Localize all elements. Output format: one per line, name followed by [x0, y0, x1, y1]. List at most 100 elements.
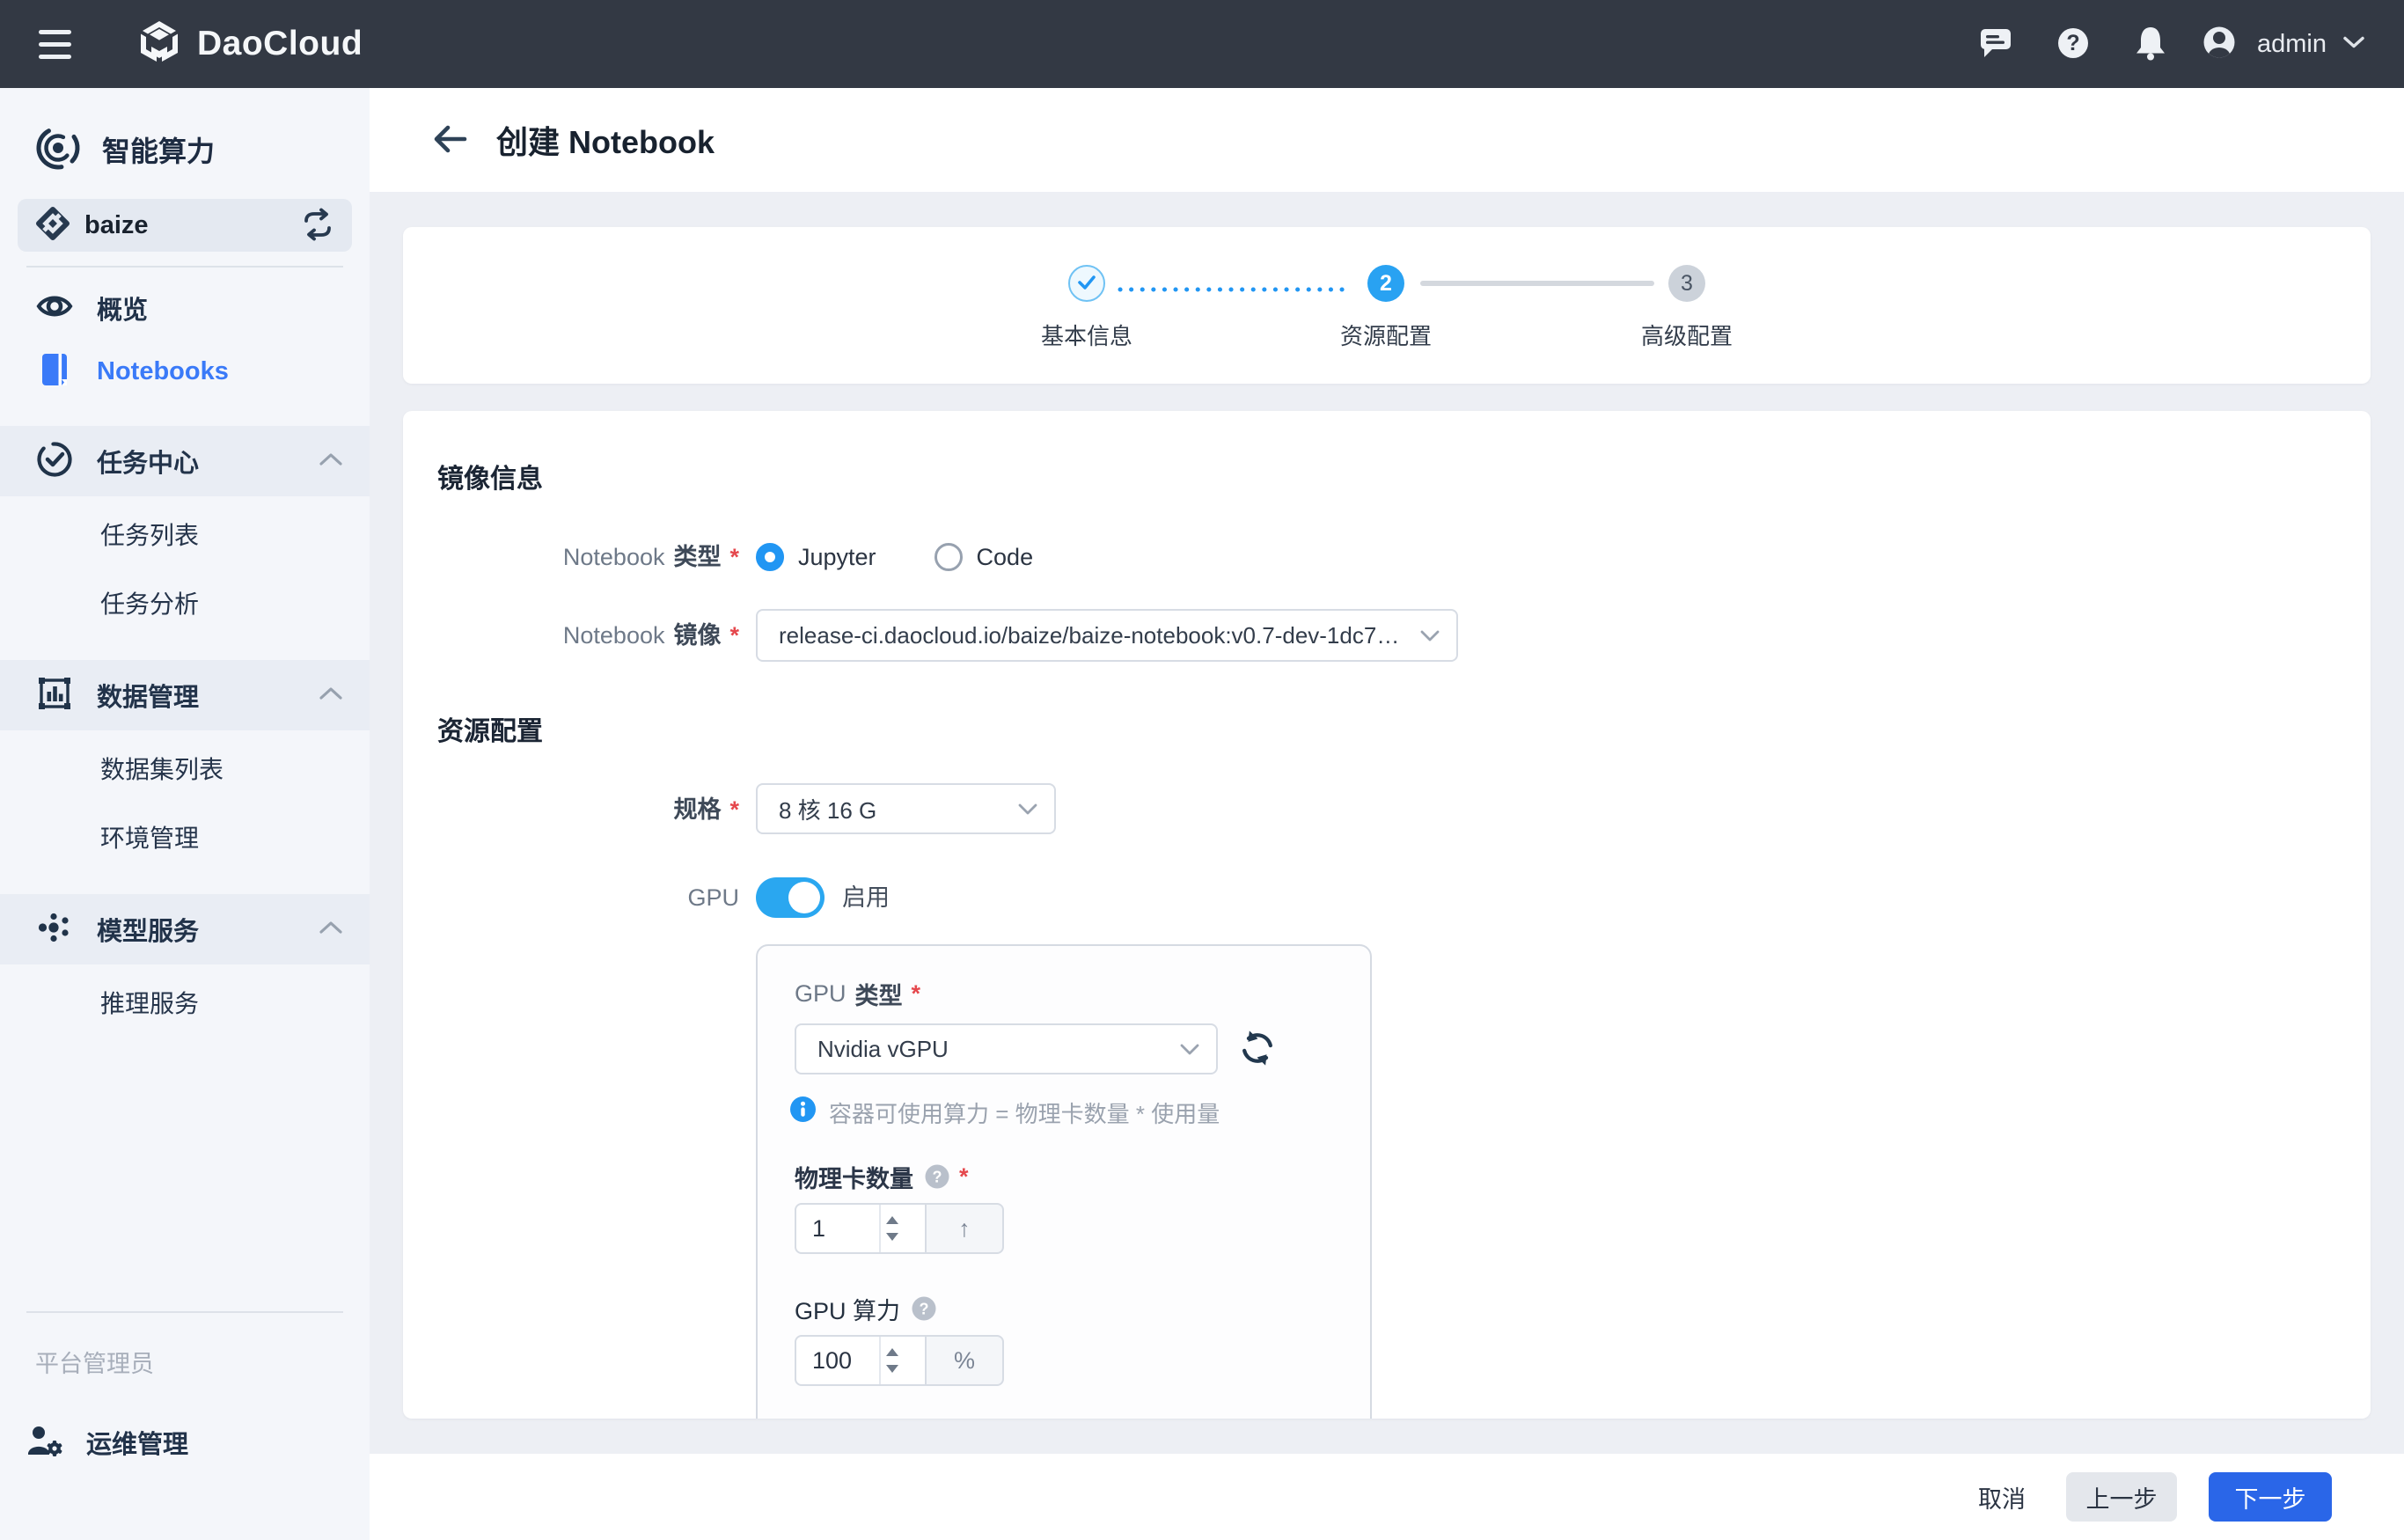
- gpu-info-text: 容器可使用算力 = 物理卡数量 * 使用量: [829, 1096, 1220, 1129]
- module-header[interactable]: 智能算力: [18, 114, 352, 185]
- step-number: 3: [1681, 271, 1693, 297]
- gpu-compute-unit-addon: %: [927, 1335, 1004, 1386]
- sidebar-item-inference-service[interactable]: 推理服务: [0, 972, 370, 1033]
- workspace-name: baize: [84, 211, 149, 240]
- app-root: DaoCloud ?: [0, 0, 2404, 1540]
- chart-frame-icon: [35, 674, 74, 717]
- next-step-button[interactable]: 下一步: [2209, 1472, 2332, 1522]
- sidebar-nav: 概览 Notebooks: [0, 280, 370, 1033]
- back-button[interactable]: [426, 116, 473, 164]
- svg-text:?: ?: [2066, 31, 2079, 55]
- spinner-down-icon[interactable]: [886, 1365, 898, 1373]
- swap-arrows-icon: [301, 208, 334, 244]
- spinner-up-icon[interactable]: [886, 1348, 898, 1356]
- avatar-icon: [2197, 20, 2241, 69]
- step-1-label: 基本信息: [999, 319, 1175, 351]
- check-icon: [1077, 271, 1096, 297]
- gpu-compute-value-input[interactable]: [796, 1337, 879, 1384]
- brand-logo[interactable]: DaoCloud: [136, 18, 363, 70]
- radio-code-label[interactable]: Code: [977, 544, 1034, 571]
- chevron-up-icon: [319, 452, 343, 471]
- step-2-circle[interactable]: 2: [1367, 265, 1404, 302]
- required-mark: *: [729, 796, 739, 823]
- spinner-up-icon[interactable]: [886, 1216, 898, 1224]
- sidebar-item-label: 运维管理: [86, 1424, 188, 1461]
- notebook-image-select[interactable]: release-ci.daocloud.io/baize/baize-noteb…: [756, 609, 1458, 662]
- menu-toggle-button[interactable]: [39, 24, 86, 64]
- check-circle-icon: [35, 440, 74, 483]
- sidebar-group-model-service[interactable]: 模型服务: [0, 894, 370, 964]
- help-icon: ?: [2053, 23, 2093, 66]
- info-icon: [789, 1096, 817, 1129]
- page-header: 创建 Notebook: [370, 88, 2404, 192]
- section-heading-image: 镜像信息: [437, 457, 543, 495]
- sidebar-item-task-list[interactable]: 任务列表: [0, 503, 370, 565]
- sidebar-item-overview[interactable]: 概览: [11, 280, 359, 336]
- spec-select[interactable]: 8 核 16 G: [756, 783, 1056, 834]
- daocloud-cube-icon: [136, 18, 183, 70]
- sidebar-group-task-center[interactable]: 任务中心: [0, 426, 370, 496]
- topbar: DaoCloud ?: [0, 0, 2404, 88]
- nodes-icon: [35, 908, 74, 951]
- step-2-label: 资源配置: [1298, 319, 1474, 351]
- bell-icon: [2130, 23, 2171, 66]
- content: 2 3 基本信息 资源配置 高级配置 镜像信息 Notebook类型*: [370, 192, 2404, 1454]
- required-mark: *: [912, 980, 921, 1008]
- sidebar-item-task-analysis[interactable]: 任务分析: [0, 572, 370, 634]
- gpu-compute-input-group: %: [795, 1335, 1004, 1386]
- required-mark: *: [729, 544, 739, 570]
- workspace-switch-button[interactable]: [301, 208, 334, 244]
- sidebar-divider: [26, 1311, 343, 1313]
- sidebar-item-ops-management[interactable]: 运维管理: [0, 1414, 370, 1470]
- notebook-image-value: release-ci.daocloud.io/baize/baize-noteb…: [779, 622, 1399, 649]
- gpu-label: GPU: [403, 877, 739, 918]
- user-menu[interactable]: admin: [2197, 20, 2365, 69]
- question-circle-icon[interactable]: ?: [911, 1295, 937, 1322]
- spec-value: 8 核 16 G: [779, 793, 876, 825]
- refresh-gpu-types-button[interactable]: [1236, 1028, 1279, 1070]
- user-gear-icon: [25, 1421, 63, 1464]
- step-connector-dotted: [1118, 281, 1353, 297]
- username-label: admin: [2257, 30, 2327, 59]
- sidebar-subitem-label: 数据集列表: [100, 751, 224, 786]
- number-spinner: [879, 1337, 904, 1384]
- step-1-circle[interactable]: [1068, 265, 1105, 302]
- spinner-down-icon[interactable]: [886, 1233, 898, 1241]
- module-label: 智能算力: [102, 129, 215, 170]
- arrow-up-addon-icon: ↑: [958, 1215, 971, 1243]
- form-card: 镜像信息 Notebook类型* Jupyter Code Note: [403, 411, 2371, 1419]
- radio-jupyter[interactable]: [756, 543, 784, 571]
- sidebar-item-dataset-list[interactable]: 数据集列表: [0, 737, 370, 799]
- question-circle-icon[interactable]: ?: [924, 1163, 950, 1190]
- card-count-value-input[interactable]: [796, 1205, 879, 1252]
- chevron-down-icon: [2342, 35, 2365, 54]
- help-button[interactable]: ?: [2049, 20, 2097, 68]
- sidebar-item-notebooks[interactable]: Notebooks: [11, 343, 359, 400]
- radio-jupyter-label[interactable]: Jupyter: [798, 544, 876, 571]
- sidebar-item-environment-management[interactable]: 环境管理: [0, 806, 370, 868]
- workspace-selector[interactable]: baize: [18, 199, 352, 252]
- gpu-compute-input: [795, 1335, 927, 1386]
- sidebar-subitem-label: 任务列表: [100, 517, 199, 552]
- messages-button[interactable]: [1972, 20, 2019, 68]
- gpu-type-label: GPU类型*: [795, 978, 920, 1009]
- cancel-button[interactable]: 取消: [1969, 1480, 2034, 1514]
- eye-icon: [35, 287, 74, 330]
- sidebar-group-label: 模型服务: [97, 911, 199, 948]
- sidebar-bottom: 平台管理员: [0, 1311, 370, 1470]
- notifications-button[interactable]: [2127, 20, 2174, 68]
- chevron-down-icon: [1179, 1043, 1200, 1056]
- sidebar-group-label: 任务中心: [97, 443, 199, 480]
- previous-step-button[interactable]: 上一步: [2066, 1472, 2177, 1522]
- chat-icon: [1975, 23, 2016, 66]
- gpu-compute-label: GPU 算力 ?: [795, 1293, 937, 1324]
- radio-code[interactable]: [934, 543, 963, 571]
- main: 创建 Notebook 2: [370, 88, 2404, 1540]
- gpu-toggle[interactable]: [756, 877, 825, 918]
- intelligent-compute-icon: [33, 123, 83, 177]
- gpu-type-select[interactable]: Nvidia vGPU: [795, 1023, 1218, 1074]
- sidebar-group-data-management[interactable]: 数据管理: [0, 660, 370, 730]
- chevron-up-icon: [319, 686, 343, 705]
- notebook-type-label: Notebook类型*: [403, 539, 739, 575]
- step-3-circle[interactable]: 3: [1668, 265, 1705, 302]
